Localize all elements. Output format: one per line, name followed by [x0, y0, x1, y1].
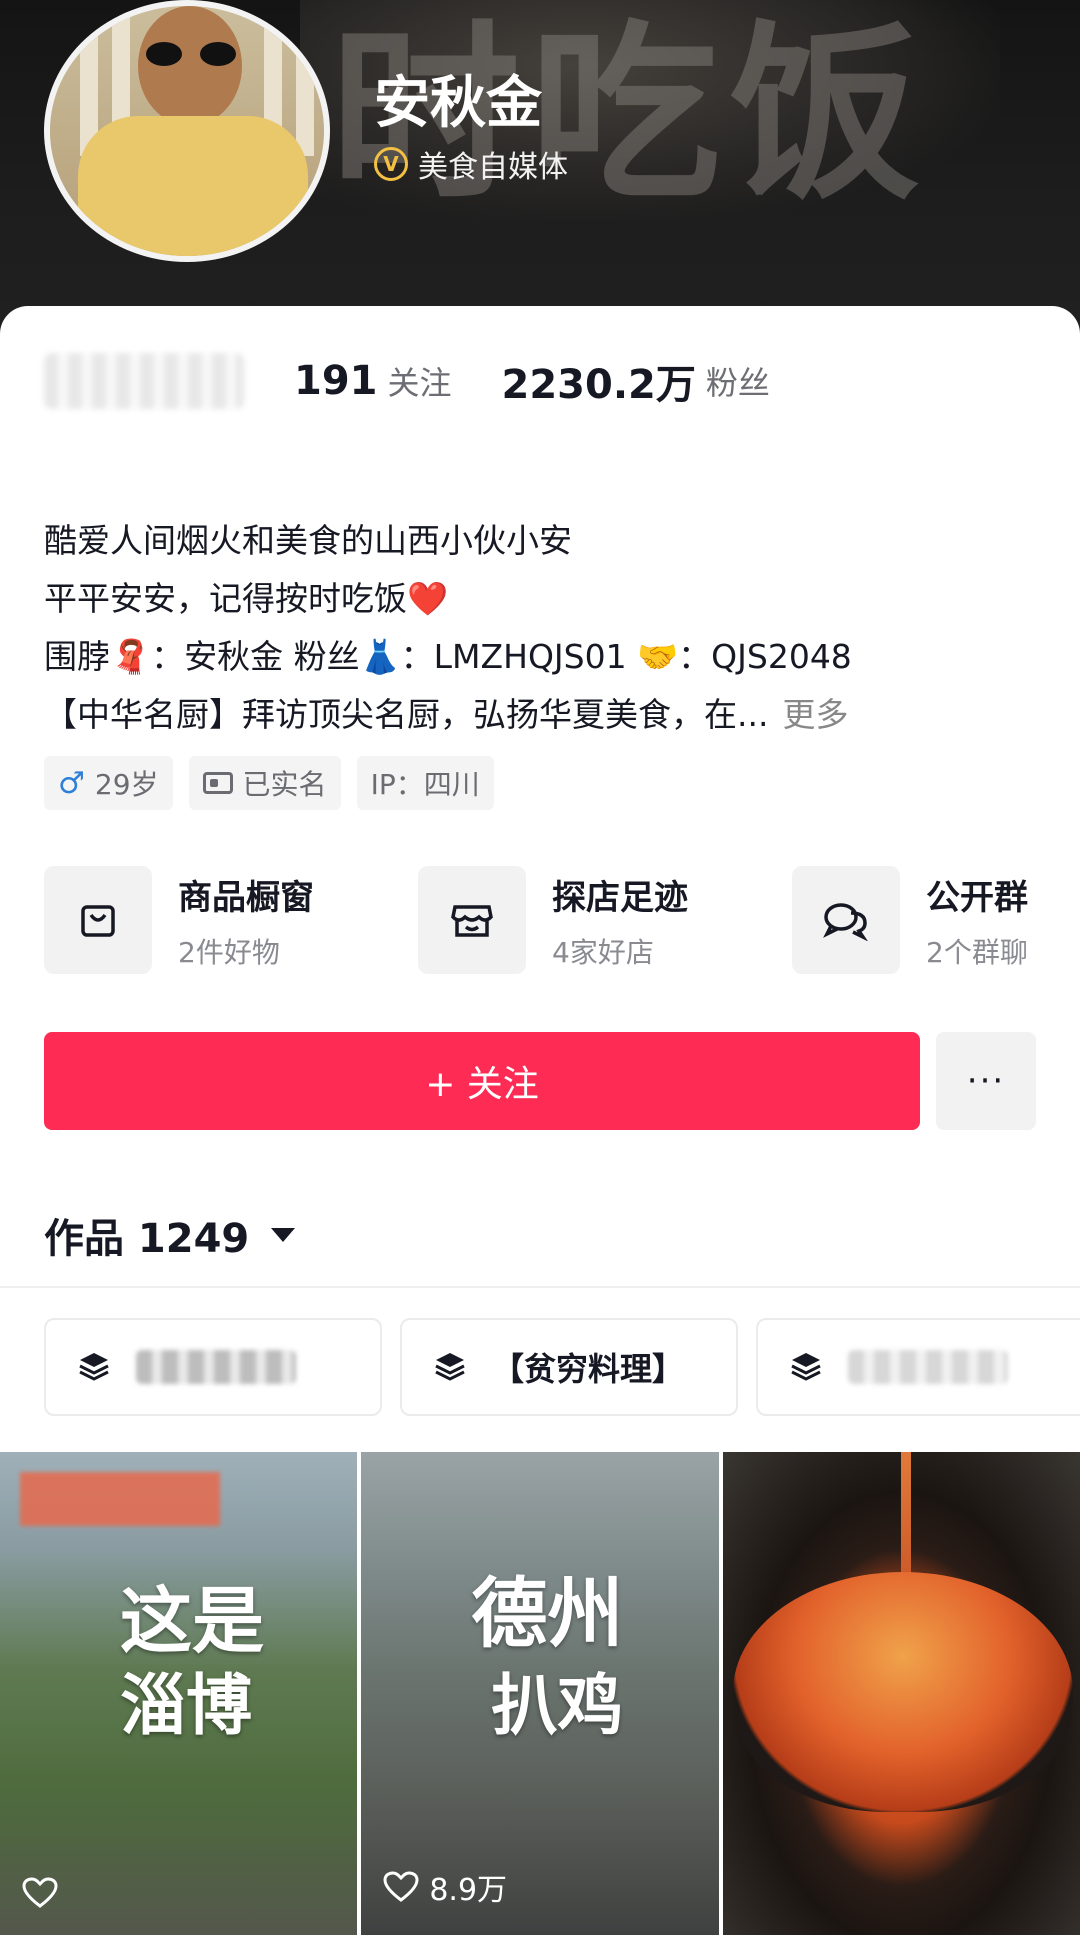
more-options-button[interactable]: ···	[936, 1032, 1036, 1130]
id-card-icon	[202, 772, 233, 794]
collection-chip[interactable]	[756, 1318, 1080, 1416]
shopping-bag-icon	[44, 866, 152, 974]
followers-count[interactable]: 2230.2万	[502, 352, 696, 410]
male-icon: ♂	[58, 765, 85, 801]
store-icon	[418, 866, 526, 974]
works-count-label: 作品 1249	[44, 1216, 250, 1262]
video-title: 淄博	[120, 1666, 252, 1744]
collection-label: 【贫穷料理】	[492, 1350, 685, 1388]
layers-icon	[791, 1353, 821, 1381]
stats-row: 191 关注 2230.2万 粉丝	[44, 346, 770, 416]
verified-icon: V	[374, 147, 408, 181]
video-title: 扒鸡	[491, 1666, 624, 1744]
following-label[interactable]: 关注	[388, 358, 452, 404]
noodle-bowl-image	[732, 1572, 1073, 1812]
bio: 酷爱人间烟火和美食的山西小伙小安 平平安安，记得按时吃饭❤️ 围脖🧣：安秋金 粉…	[44, 512, 1044, 744]
feature-title: 探店足迹	[552, 877, 688, 918]
ip-tag: IP：四川	[356, 756, 494, 810]
feature-subtitle: 2件好物	[178, 935, 280, 969]
feature-title: 商品橱窗	[178, 877, 314, 918]
likes-count-blurred	[44, 353, 244, 409]
video-thumbnail[interactable]	[722, 1452, 1080, 1935]
following-count[interactable]: 191	[294, 358, 378, 404]
chat-icon	[792, 866, 900, 974]
verified-label: 美食自媒体	[418, 150, 568, 185]
feature-public-group[interactable]: 公开群 2个群聊	[792, 866, 1028, 974]
feature-row: 商品橱窗 2件好物 探店足迹 4家好店 公开群 2个群聊	[44, 866, 1080, 976]
bio-line: 酷爱人间烟火和美食的山西小伙小安	[44, 521, 572, 560]
video-title: 德州	[471, 1569, 624, 1658]
bio-line: 平平安安，记得按时吃饭❤️	[44, 579, 449, 618]
like-count: 8.9万	[383, 1865, 507, 1909]
bio-more-link[interactable]: 更多	[782, 695, 848, 734]
realname-tag: 已实名	[188, 756, 341, 810]
age-tag: ♂ 29岁	[44, 756, 173, 810]
dropdown-caret-icon	[271, 1228, 296, 1242]
feature-store-visits[interactable]: 探店足迹 4家好店	[418, 866, 688, 974]
divider	[0, 1286, 1080, 1288]
bio-line: 【中华名厨】拜访顶尖名厨，弘扬华夏美食，在...	[44, 695, 769, 734]
feature-subtitle: 2个群聊	[926, 935, 1028, 969]
bio-line-truncated: 【中华名厨】拜访顶尖名厨，弘扬华夏美食，在... 更多	[44, 686, 1044, 744]
video-thumbnail[interactable]: 这是 淄博	[0, 1452, 358, 1935]
collection-chip[interactable]	[44, 1318, 382, 1416]
ip-label: IP：四川	[370, 768, 480, 801]
profile-card: 191 关注 2230.2万 粉丝 酷爱人间烟火和美食的山西小伙小安 平平安安，…	[0, 306, 1080, 1935]
like-count	[22, 1877, 68, 1909]
heart-icon	[22, 1877, 58, 1908]
works-header[interactable]: 作品 1249	[44, 1206, 296, 1264]
layers-icon	[79, 1353, 109, 1381]
followers-label[interactable]: 粉丝	[706, 358, 770, 404]
profile-name: 安秋金	[374, 71, 542, 136]
follow-button[interactable]: + 关注	[44, 1032, 920, 1130]
avatar[interactable]	[44, 0, 330, 262]
video-grid: 这是 淄博 德州 扒鸡 8.9万	[0, 1452, 1080, 1935]
heart-icon	[383, 1871, 419, 1902]
collections-row: 【贫穷料理】	[44, 1318, 1080, 1418]
age-label: 29岁	[94, 768, 159, 801]
like-count-value: 8.9万	[429, 1873, 508, 1908]
bio-line: 围脖🧣：安秋金 粉丝👗：LMZHQJS01 🤝：QJS2048	[44, 637, 852, 676]
layers-icon	[435, 1353, 465, 1381]
verified-badge-row: V 美食自媒体	[374, 142, 568, 186]
feature-subtitle: 4家好店	[552, 935, 654, 969]
collection-chip[interactable]: 【贫穷料理】	[400, 1318, 738, 1416]
thumbnail-ribbon	[20, 1472, 220, 1526]
feature-title: 公开群	[926, 877, 1028, 918]
feature-shop-window[interactable]: 商品橱窗 2件好物	[44, 866, 314, 974]
collection-label-blurred	[136, 1350, 296, 1384]
realname-label: 已实名	[242, 768, 327, 801]
profile-tags: ♂ 29岁 已实名 IP：四川	[44, 756, 494, 810]
collection-label-blurred	[848, 1350, 1008, 1384]
video-thumbnail[interactable]: 德州 扒鸡 8.9万	[361, 1452, 719, 1935]
